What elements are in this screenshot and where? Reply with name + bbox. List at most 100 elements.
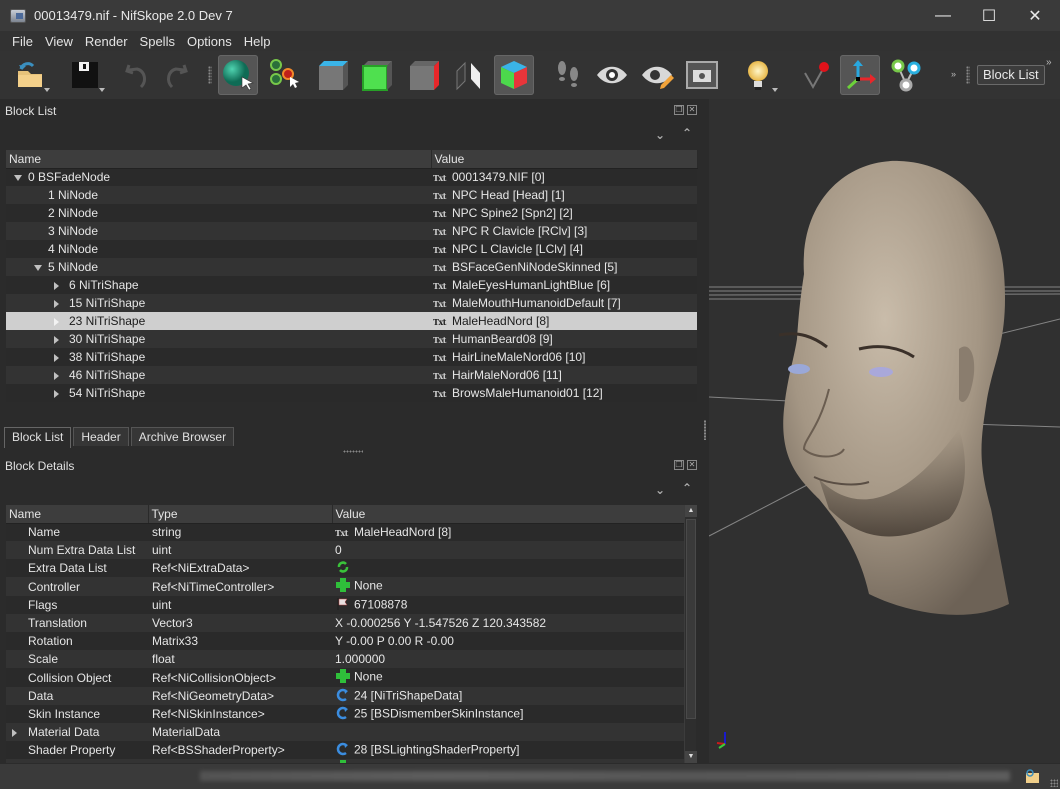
details-row[interactable]: Collision Object Ref<NiCollisionObject> No… xyxy=(6,668,684,687)
block-list-row[interactable]: 5 NiNode Txt BSFaceGenNiNodeSkinned [5] xyxy=(6,258,697,276)
details-row[interactable]: Num Extra Data List uint 0 xyxy=(6,541,684,559)
block-list-row[interactable]: 15 NiTriShape Txt MaleMouthHumanoidDefault… xyxy=(6,294,697,312)
expand-arrow-icon[interactable] xyxy=(54,335,59,344)
details-row[interactable]: Controller Ref<NiTimeController> None xyxy=(6,577,684,596)
field-value-cell[interactable]: Y -0.00 P 0.00 R -0.00 xyxy=(332,632,684,650)
toolbar-grip-2[interactable] xyxy=(966,66,970,84)
lighting-button[interactable] xyxy=(738,55,778,95)
column-header-type[interactable]: Type xyxy=(148,505,333,524)
details-row[interactable]: Alpha Property Ref<NiAlphaProperty> None xyxy=(6,759,684,763)
block-list-row[interactable]: 46 NiTriShape Txt HairMaleNord06 [11] xyxy=(6,366,697,384)
block-list-row[interactable]: 6 NiTriShape Txt MaleEyesHumanLightBlue [6… xyxy=(6,276,697,294)
undo-button[interactable] xyxy=(115,55,155,95)
menu-render[interactable]: Render xyxy=(79,34,134,49)
vertical-splitter-handle[interactable] xyxy=(704,420,706,440)
expand-arrow-icon[interactable] xyxy=(54,389,59,398)
block-list-row[interactable]: 30 NiTriShape Txt HumanBeard08 [9] xyxy=(6,330,697,348)
details-row[interactable]: Skin Instance Ref<NiSkinInstance> 25 [BSDi… xyxy=(6,705,684,723)
view-front-button[interactable] xyxy=(357,55,397,95)
close-button[interactable]: ✕ xyxy=(1012,0,1058,31)
field-value-cell[interactable]: 24 [NiTriShapeData] xyxy=(332,687,684,705)
archive-icon[interactable] xyxy=(1024,768,1040,784)
details-row[interactable]: Extra Data List Ref<NiExtraData> xyxy=(6,559,684,577)
details-row[interactable]: Flags uint 67108878 xyxy=(6,596,684,614)
expand-all-icon[interactable]: ⌃ xyxy=(682,126,692,140)
field-value-cell[interactable]: None xyxy=(332,577,684,596)
save-button[interactable] xyxy=(65,55,105,95)
flip-view-button[interactable] xyxy=(449,55,489,95)
field-value-cell[interactable]: 28 [BSLightingShaderProperty] xyxy=(332,741,684,759)
expand-arrow-icon[interactable] xyxy=(54,299,59,308)
block-list-row[interactable]: 0 BSFadeNode Txt 00013479.NIF [0] xyxy=(6,168,697,186)
expand-all-icon[interactable]: ⌃ xyxy=(682,481,692,495)
block-list-row[interactable]: 1 NiNode Txt NPC Head [Head] [1] xyxy=(6,186,697,204)
scroll-down-icon[interactable]: ▼ xyxy=(685,751,697,763)
scroll-thumb[interactable] xyxy=(686,519,696,719)
column-header-name[interactable]: Name xyxy=(6,505,149,524)
collapse-arrow-icon[interactable] xyxy=(14,175,22,182)
field-value-cell[interactable]: Txt MaleHeadNord [8] xyxy=(332,523,684,541)
block-list-row[interactable]: 2 NiNode Txt NPC Spine2 [Spn2] [2] xyxy=(6,204,697,222)
field-value-cell[interactable]: None xyxy=(332,668,684,687)
splitter-handle[interactable] xyxy=(343,450,363,453)
show-hidden-button[interactable] xyxy=(592,55,632,95)
block-list-toggle-button[interactable]: Block List xyxy=(977,65,1045,85)
load-button[interactable] xyxy=(10,55,50,95)
add-reference-icon[interactable] xyxy=(335,577,351,596)
resize-grip[interactable] xyxy=(1050,779,1058,787)
view-side-button[interactable] xyxy=(404,55,444,95)
block-list-row[interactable]: 38 NiTriShape Txt HairLineMaleNord06 [10] xyxy=(6,348,697,366)
field-value-cell[interactable]: None xyxy=(332,759,684,763)
field-value-cell[interactable]: X -0.000256 Y -1.547526 Z 120.343582 xyxy=(332,614,684,632)
render-viewport[interactable] xyxy=(709,99,1060,763)
column-header-name[interactable]: Name xyxy=(6,150,432,169)
toolbar-grip[interactable] xyxy=(208,66,212,84)
field-value-cell[interactable]: 67108878 xyxy=(332,596,684,614)
toolbar-overflow-icon-2[interactable]: » xyxy=(1046,57,1052,68)
field-value-cell[interactable] xyxy=(332,559,684,577)
block-list-row[interactable]: 23 NiTriShape Txt MaleHeadNord [8] xyxy=(6,312,697,330)
field-value-cell[interactable]: 1.000000 xyxy=(332,650,684,668)
block-list-row[interactable]: 54 NiTriShape Txt BrowsMaleHumanoid01 [12] xyxy=(6,384,697,402)
select-object-button[interactable] xyxy=(218,55,258,95)
link-icon[interactable] xyxy=(335,706,351,723)
details-row[interactable]: Material Data MaterialData xyxy=(6,723,684,741)
show-nodes-button[interactable] xyxy=(886,55,926,95)
toolbar-overflow-icon[interactable]: » xyxy=(951,69,956,79)
expand-arrow-icon[interactable] xyxy=(12,728,17,737)
add-reference-icon[interactable] xyxy=(335,759,351,763)
collapse-all-icon[interactable]: ⌄ xyxy=(655,483,665,497)
details-row[interactable]: Scale float 1.000000 xyxy=(6,650,684,668)
show-axes-button[interactable] xyxy=(840,55,880,95)
collapse-arrow-icon[interactable] xyxy=(34,264,42,271)
tab-block-list[interactable]: Block List xyxy=(4,427,72,448)
menu-spells[interactable]: Spells xyxy=(134,34,181,49)
view-top-button[interactable] xyxy=(313,55,353,95)
float-icon[interactable]: ❐ xyxy=(674,460,684,470)
column-header-value[interactable]: Value xyxy=(431,150,698,169)
details-scrollbar[interactable]: ▲ ▼ xyxy=(684,505,697,763)
block-list-row[interactable]: 4 NiNode Txt NPC L Clavicle [LClv] [4] xyxy=(6,240,697,258)
redo-button[interactable] xyxy=(158,55,198,95)
menu-help[interactable]: Help xyxy=(238,34,277,49)
collapse-all-icon[interactable]: ⌄ xyxy=(655,128,665,142)
link-icon[interactable] xyxy=(335,742,351,759)
details-row[interactable]: Shader Property Ref<BSShaderProperty> 28 [… xyxy=(6,741,684,759)
field-value-cell[interactable] xyxy=(332,723,684,741)
close-dock-icon[interactable]: ✕ xyxy=(687,105,697,115)
expand-arrow-icon[interactable] xyxy=(54,371,59,380)
tab-archive-browser[interactable]: Archive Browser xyxy=(130,427,235,446)
perspective-button[interactable] xyxy=(494,55,534,95)
select-vertex-button[interactable] xyxy=(264,55,304,95)
show-markers-button[interactable] xyxy=(797,55,837,95)
link-icon[interactable] xyxy=(335,688,351,705)
field-value-cell[interactable]: 25 [BSDismemberSkinInstance] xyxy=(332,705,684,723)
float-icon[interactable]: ❐ xyxy=(674,105,684,115)
scroll-up-icon[interactable]: ▲ xyxy=(685,505,697,517)
maximize-button[interactable]: ☐ xyxy=(966,0,1012,31)
field-value-cell[interactable]: 0 xyxy=(332,541,684,559)
expand-arrow-icon[interactable] xyxy=(54,281,59,290)
expand-arrow-icon[interactable] xyxy=(54,353,59,362)
tab-header[interactable]: Header xyxy=(73,427,129,446)
menu-view[interactable]: View xyxy=(39,34,79,49)
